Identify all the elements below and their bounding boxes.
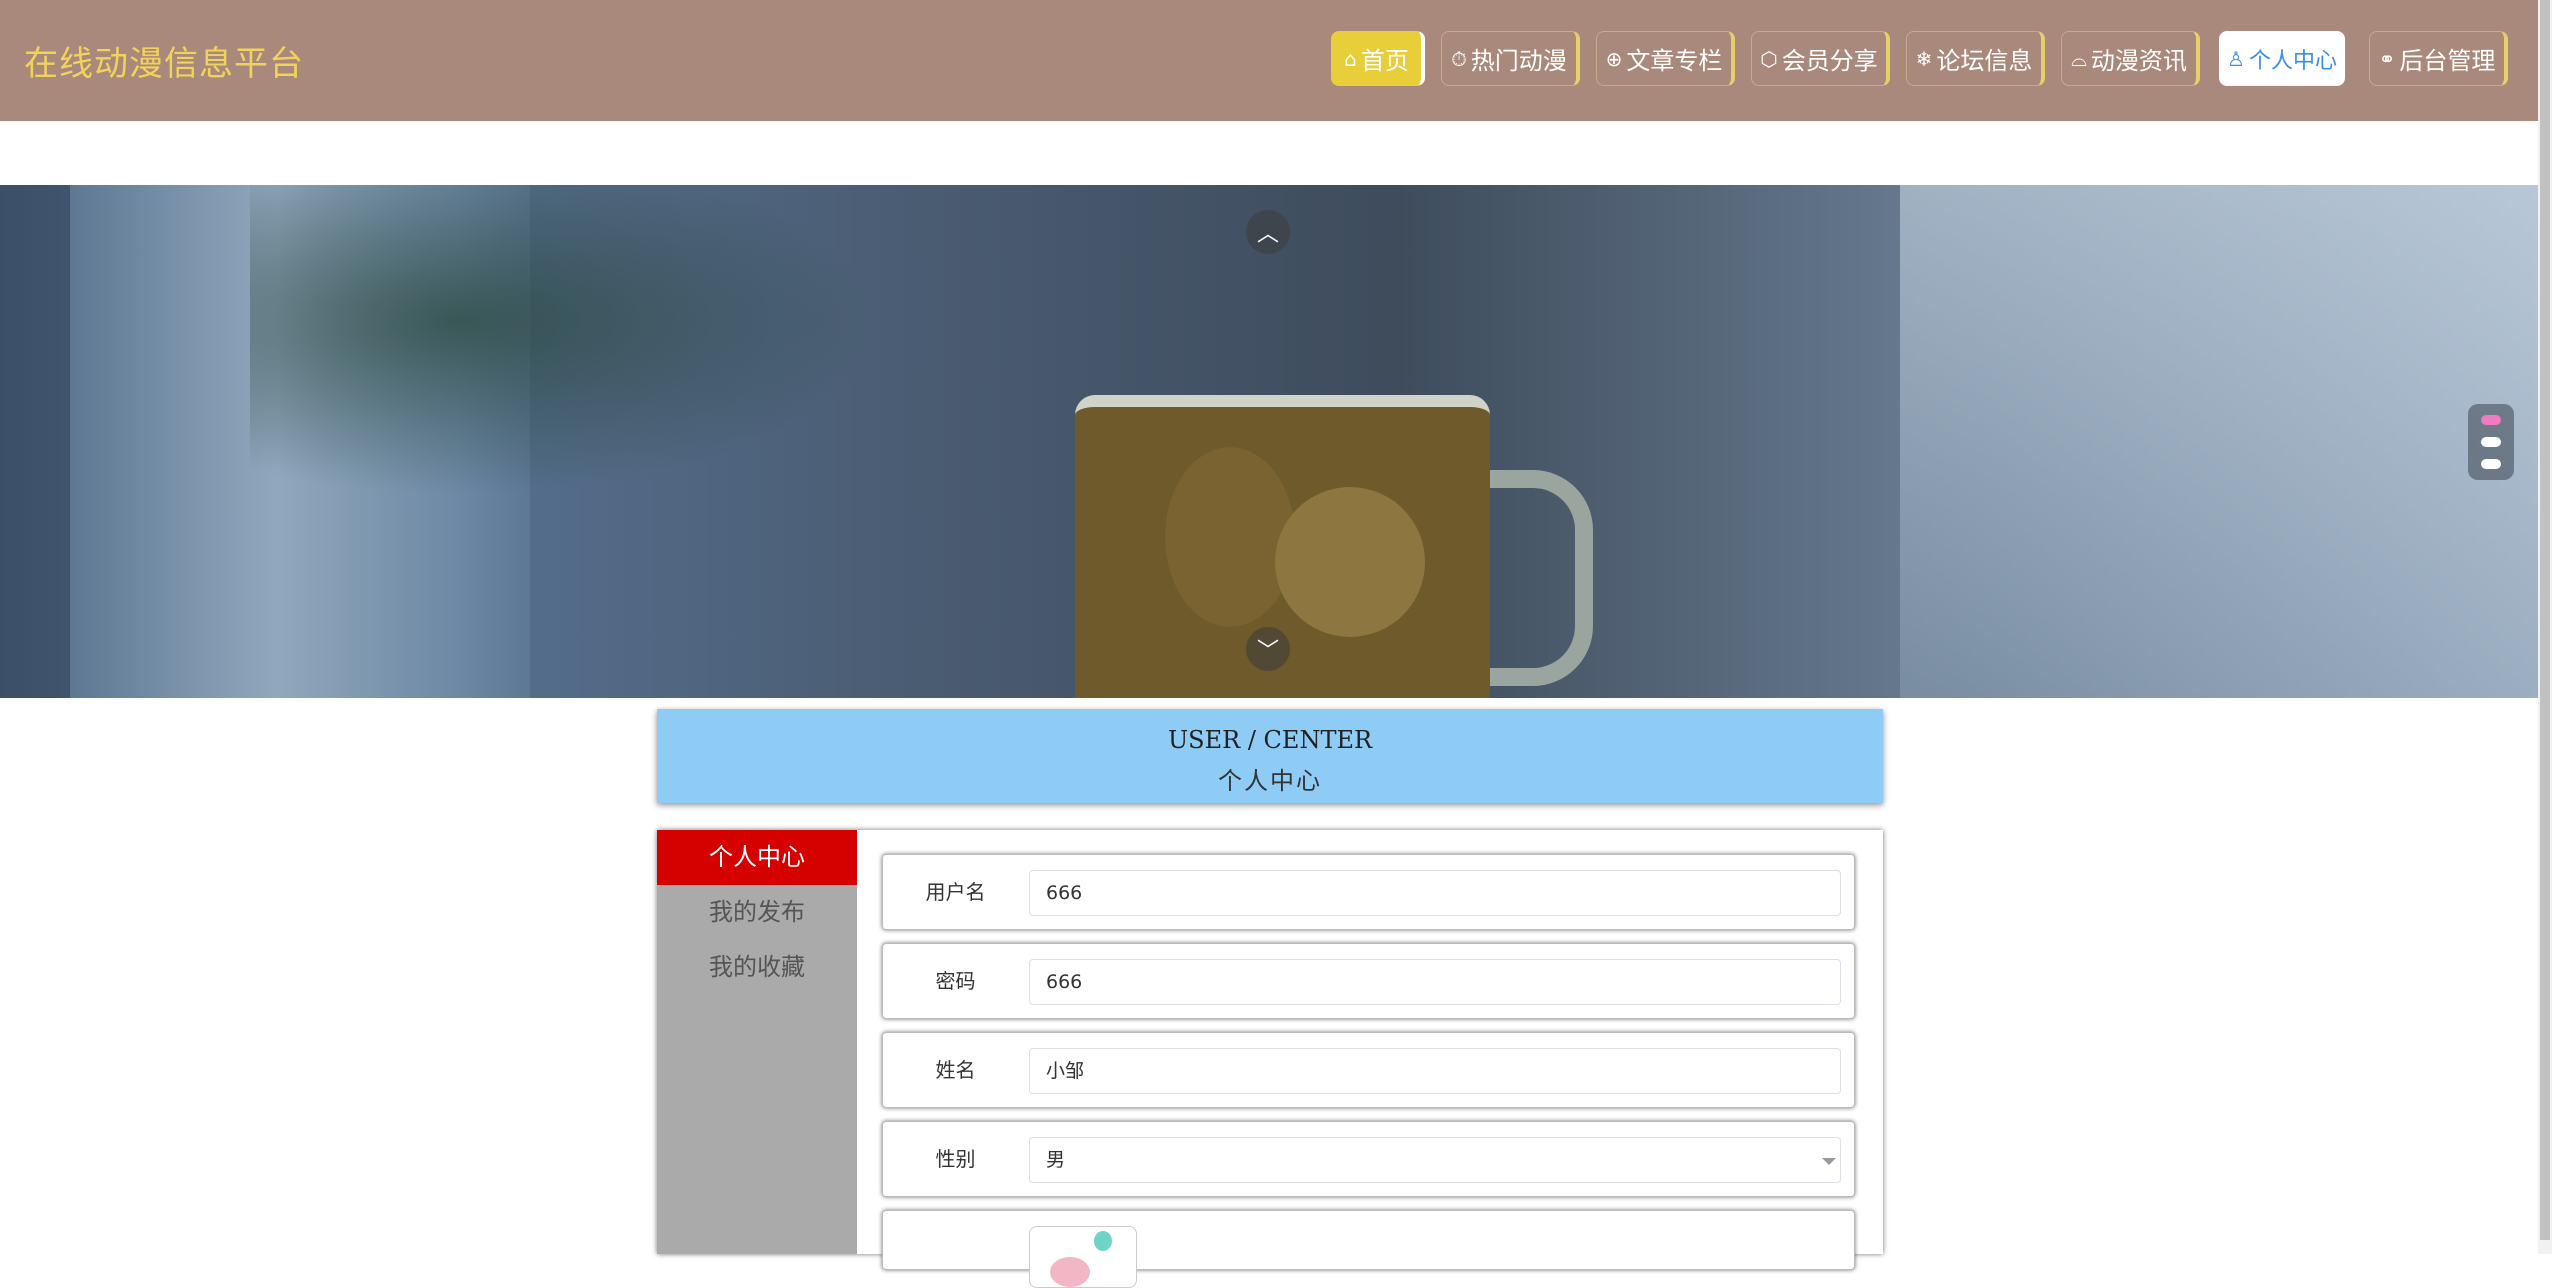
nav-label: 个人中心 (2248, 48, 2337, 74)
username-input[interactable]: 666 (1029, 870, 1841, 916)
book-icon: ⌓ (2071, 46, 2087, 71)
nav-home-button[interactable]: ⌂ 首页 (1331, 31, 1425, 86)
carousel-dot-2[interactable] (2481, 437, 2501, 447)
dropdown-arrow-icon[interactable] (1822, 1158, 1836, 1165)
avatar-image (1050, 1257, 1090, 1287)
name-label: 姓名 (935, 1058, 976, 1082)
top-header: 在线动漫信息平台 ⌂ 首页 ⏱ 热门动漫 ⊕ 文章专栏 ⬡ 会员分享 ❄ 论坛信… (0, 0, 2538, 121)
gender-label: 性别 (935, 1147, 976, 1171)
banner-carousel: ︿ ﹀ (0, 185, 2538, 698)
banner-window (1900, 185, 2538, 698)
banner-mug-handle (1480, 470, 1593, 686)
password-row: 密码 666 (882, 943, 1855, 1019)
name-input[interactable]: 小邹 (1029, 1048, 1841, 1094)
carousel-dot-3[interactable] (2481, 459, 2501, 469)
carousel-dot-1[interactable] (2481, 415, 2501, 425)
avatar-image (1094, 1231, 1112, 1251)
clock-icon: ⏱ (1451, 46, 1467, 71)
user-icon: ♙ (2227, 46, 2245, 71)
nav-label: 论坛信息 (1936, 47, 2033, 75)
user-center-heading: USER / CENTER 个人中心 (657, 709, 1883, 803)
gender-select[interactable]: 男 (1029, 1137, 1841, 1183)
chevron-down-icon: ﹀ (1256, 639, 1279, 664)
nav-hot-anime-button[interactable]: ⏱ 热门动漫 (1441, 31, 1580, 86)
cube-icon: ⬡ (1760, 46, 1778, 71)
nav-user-center-button[interactable]: ♙ 个人中心 (2219, 31, 2345, 86)
banner-leaves (250, 185, 950, 525)
chevron-up-icon: ︿ (1256, 222, 1279, 247)
heading-en: USER / CENTER (1167, 726, 1373, 754)
gender-row: 性别 男 (882, 1121, 1855, 1197)
password-label: 密码 (935, 969, 976, 993)
page-scrollbar[interactable] (2538, 0, 2552, 1254)
carousel-next-button[interactable]: ﹀ (1246, 627, 1290, 671)
username-row: 用户名 666 (882, 854, 1855, 930)
nav-admin-button[interactable]: ⚭ 后台管理 (2369, 31, 2508, 86)
password-input[interactable]: 666 (1029, 959, 1841, 1005)
home-icon: ⌂ (1344, 46, 1357, 71)
nav-news-button[interactable]: ⌓ 动漫资讯 (2061, 31, 2200, 86)
mug-pattern (1275, 487, 1425, 637)
scrollbar-thumb[interactable] (2540, 0, 2550, 1240)
site-title: 在线动漫信息平台 (24, 44, 304, 84)
nav-label: 动漫资讯 (2090, 47, 2187, 75)
avatar-row (882, 1210, 1855, 1288)
carousel-prev-button[interactable]: ︿ (1246, 210, 1290, 254)
side-item-my-favorites[interactable]: 我的收藏 (657, 940, 857, 995)
snowflake-icon: ❄ (1915, 46, 1933, 71)
mug-pattern (1165, 447, 1295, 627)
avatar-upload[interactable] (1029, 1226, 1137, 1288)
side-item-user-center[interactable]: 个人中心 (657, 830, 857, 885)
username-label: 用户名 (925, 880, 986, 904)
nav-label: 会员分享 (1781, 47, 1878, 75)
side-item-my-posts[interactable]: 我的发布 (657, 885, 857, 940)
nav-articles-button[interactable]: ⊕ 文章专栏 (1596, 31, 1735, 86)
link-icon: ⚭ (2378, 46, 2396, 71)
side-menu: 个人中心 我的发布 我的收藏 (657, 830, 857, 1254)
nav-label: 文章专栏 (1626, 47, 1723, 75)
globe-icon: ⊕ (1605, 46, 1623, 71)
nav-forum-button[interactable]: ❄ 论坛信息 (1906, 31, 2045, 86)
carousel-indicator (2468, 404, 2514, 480)
name-row: 姓名 小邹 (882, 1032, 1855, 1108)
nav-label: 首页 (1360, 47, 1409, 75)
nav-member-share-button[interactable]: ⬡ 会员分享 (1751, 31, 1890, 86)
heading-zh: 个人中心 (1218, 767, 1322, 795)
nav-label: 后台管理 (2399, 47, 2496, 75)
nav-label: 热门动漫 (1470, 47, 1567, 75)
